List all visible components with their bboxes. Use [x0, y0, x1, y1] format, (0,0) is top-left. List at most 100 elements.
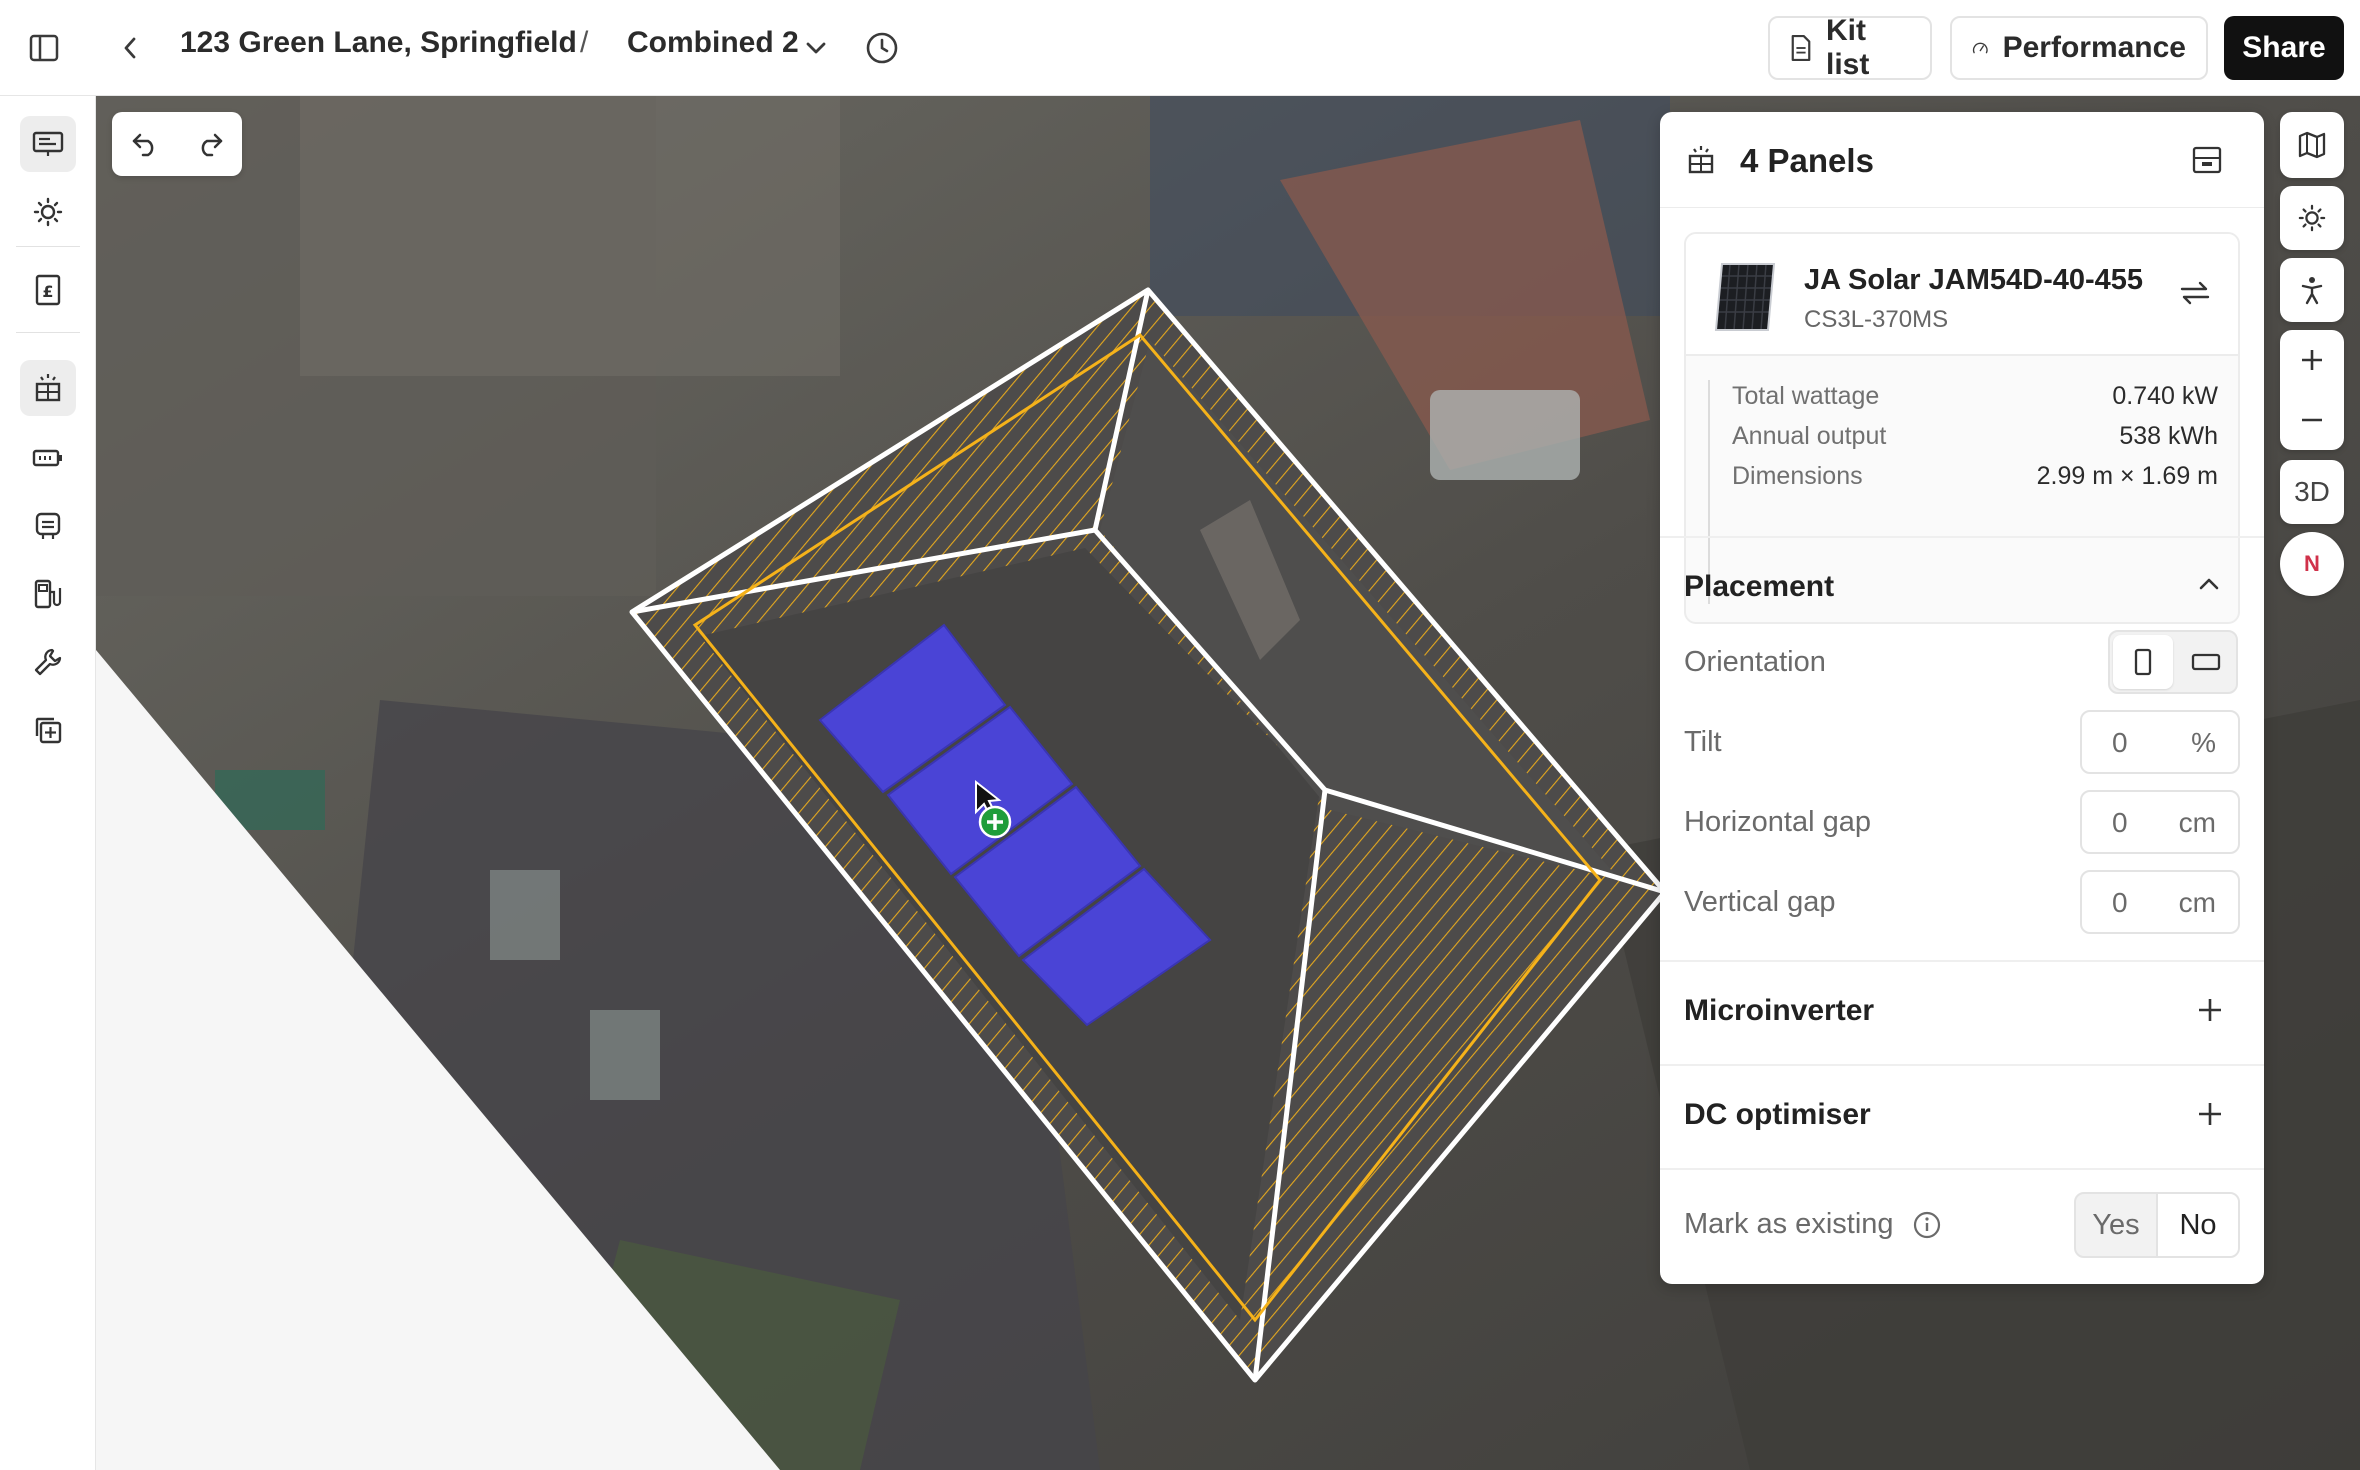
history-clock-icon[interactable] [862, 28, 902, 68]
mark-existing-no[interactable]: No [2156, 1194, 2238, 1256]
kit-list-label: Kit list [1826, 14, 1870, 81]
swap-icon[interactable] [2178, 278, 2212, 308]
breadcrumb-separator: / [580, 26, 589, 59]
tilt-label: Tilt [1684, 726, 1722, 758]
horizontal-gap-input[interactable]: 0 cm [2080, 790, 2240, 854]
sun-icon [33, 197, 63, 227]
dc-optimiser-section-header[interactable]: DC optimiser [1684, 1098, 1871, 1132]
sun-icon [2298, 204, 2326, 232]
minus-icon [2302, 418, 2322, 422]
plus-icon [2302, 350, 2322, 370]
wrench-icon [34, 648, 62, 676]
ev-charger-icon [34, 579, 62, 609]
solar-panel-icon [35, 374, 61, 402]
module-name: JA Solar JAM54D-40-455 [1804, 264, 2144, 296]
breadcrumb-address[interactable]: 123 Green Lane, Springfield [180, 26, 577, 60]
compass-north-label: N [2304, 551, 2320, 576]
spec-label: Dimensions [1732, 462, 1863, 490]
add-microinverter-icon[interactable] [2196, 996, 2224, 1024]
vertical-gap-unit: cm [2178, 887, 2216, 918]
sidebar-item-presentation[interactable] [20, 116, 76, 172]
design-selector[interactable]: Combined 2 [627, 26, 799, 60]
kit-list-button[interactable]: Kit list [1768, 14, 1932, 81]
undo-redo-group [112, 112, 242, 176]
performance-button[interactable]: Performance [1950, 16, 2208, 80]
pound-receipt-icon: £ [35, 274, 61, 306]
add-dc-optimiser-icon[interactable] [2196, 1100, 2224, 1128]
sidebar-item-inverter[interactable] [20, 498, 76, 554]
module-thumbnail [1714, 263, 1776, 331]
orientation-label: Orientation [1684, 646, 1826, 678]
rail-divider [16, 332, 80, 333]
sidebar-item-duplicate[interactable] [20, 702, 76, 758]
vertical-gap-input[interactable]: 0 cm [2080, 870, 2240, 934]
street-view-button[interactable] [2280, 258, 2344, 322]
inverter-icon [35, 512, 61, 539]
sidebar-toggle-icon[interactable] [26, 30, 62, 66]
spec-label: Annual output [1732, 422, 1887, 450]
performance-label: Performance [2002, 31, 2186, 64]
chevron-down-icon[interactable] [800, 32, 832, 64]
gauge-icon [1972, 42, 1988, 54]
tilt-value: 0 [2112, 727, 2128, 758]
module-selector[interactable]: JA Solar JAM54D-40-455 CS3L-370MS [1686, 234, 2238, 356]
landscape-icon [2191, 653, 2221, 671]
landscape-option[interactable] [2176, 632, 2236, 692]
sidebar-item-ev-charger[interactable] [20, 566, 76, 622]
redo-button[interactable] [177, 112, 242, 176]
orientation-toggle [2108, 630, 2238, 694]
portrait-icon [2134, 648, 2152, 676]
info-icon[interactable] [1912, 1210, 1942, 1240]
tilt-input[interactable]: 0 % [2080, 710, 2240, 774]
undo-icon [132, 133, 153, 157]
panel-title: 4 Panels [1740, 142, 1874, 179]
zoom-out-button[interactable] [2299, 390, 2325, 450]
vertical-gap-label: Vertical gap [1684, 886, 1836, 918]
top-bar: 123 Green Lane, Springfield / Combined 2… [0, 0, 2360, 96]
mark-existing-label: Mark as existing [1684, 1208, 1894, 1240]
share-button[interactable]: Share [2224, 16, 2344, 80]
horizontal-gap-label: Horizontal gap [1684, 806, 1871, 838]
spec-total-wattage: Total wattage 0.740 kW [1732, 382, 2218, 411]
module-subtitle: CS3L-370MS [1804, 306, 1949, 333]
tilt-unit: % [2191, 727, 2216, 758]
section-divider [1660, 1064, 2264, 1066]
section-divider [1660, 1168, 2264, 1170]
mark-existing-toggle: Yes No [2074, 1192, 2240, 1258]
map-layer-button[interactable] [2280, 112, 2344, 178]
horizontal-gap-unit: cm [2178, 807, 2216, 838]
section-divider [1660, 536, 2264, 538]
horizontal-gap-value: 0 [2112, 807, 2128, 838]
back-chevron-icon[interactable] [112, 30, 148, 66]
collapse-panel-icon[interactable] [2192, 146, 2222, 174]
panel-properties: 4 Panels JA Solar JAM54D-40-455 CS3L-370… [1660, 112, 2264, 1284]
mark-existing-yes[interactable]: Yes [2076, 1194, 2156, 1256]
sidebar-item-tools[interactable] [20, 634, 76, 690]
spec-label: Total wattage [1732, 382, 1880, 410]
sidebar-item-battery[interactable] [20, 430, 76, 486]
person-icon [2301, 277, 2323, 305]
svg-text:£: £ [42, 282, 53, 301]
left-toolbar: £ [0, 96, 96, 1470]
chevron-up-icon[interactable] [2198, 576, 2220, 592]
undo-button[interactable] [112, 112, 177, 176]
placement-section-header[interactable]: Placement [1684, 570, 1834, 604]
toggle-3d-button[interactable]: 3D [2280, 460, 2344, 524]
compass-button[interactable]: N [2280, 532, 2344, 596]
sidebar-item-shading[interactable] [20, 184, 76, 240]
microinverter-section-header[interactable]: Microinverter [1684, 994, 1874, 1028]
sidebar-item-pricing[interactable]: £ [20, 262, 76, 318]
section-divider [1660, 960, 2264, 962]
spec-value: 538 kWh [2119, 422, 2218, 450]
presentation-icon [32, 131, 64, 156]
solar-panel-icon [1688, 146, 1714, 174]
zoom-in-button[interactable] [2299, 330, 2325, 390]
document-icon [1791, 34, 1811, 62]
battery-icon [32, 449, 62, 467]
portrait-option[interactable] [2113, 635, 2173, 689]
panel-header: 4 Panels [1660, 112, 2264, 208]
sun-position-button[interactable] [2280, 186, 2344, 250]
sidebar-item-panels[interactable] [20, 360, 76, 416]
vertical-gap-value: 0 [2112, 887, 2128, 918]
map-icon [2298, 131, 2326, 159]
